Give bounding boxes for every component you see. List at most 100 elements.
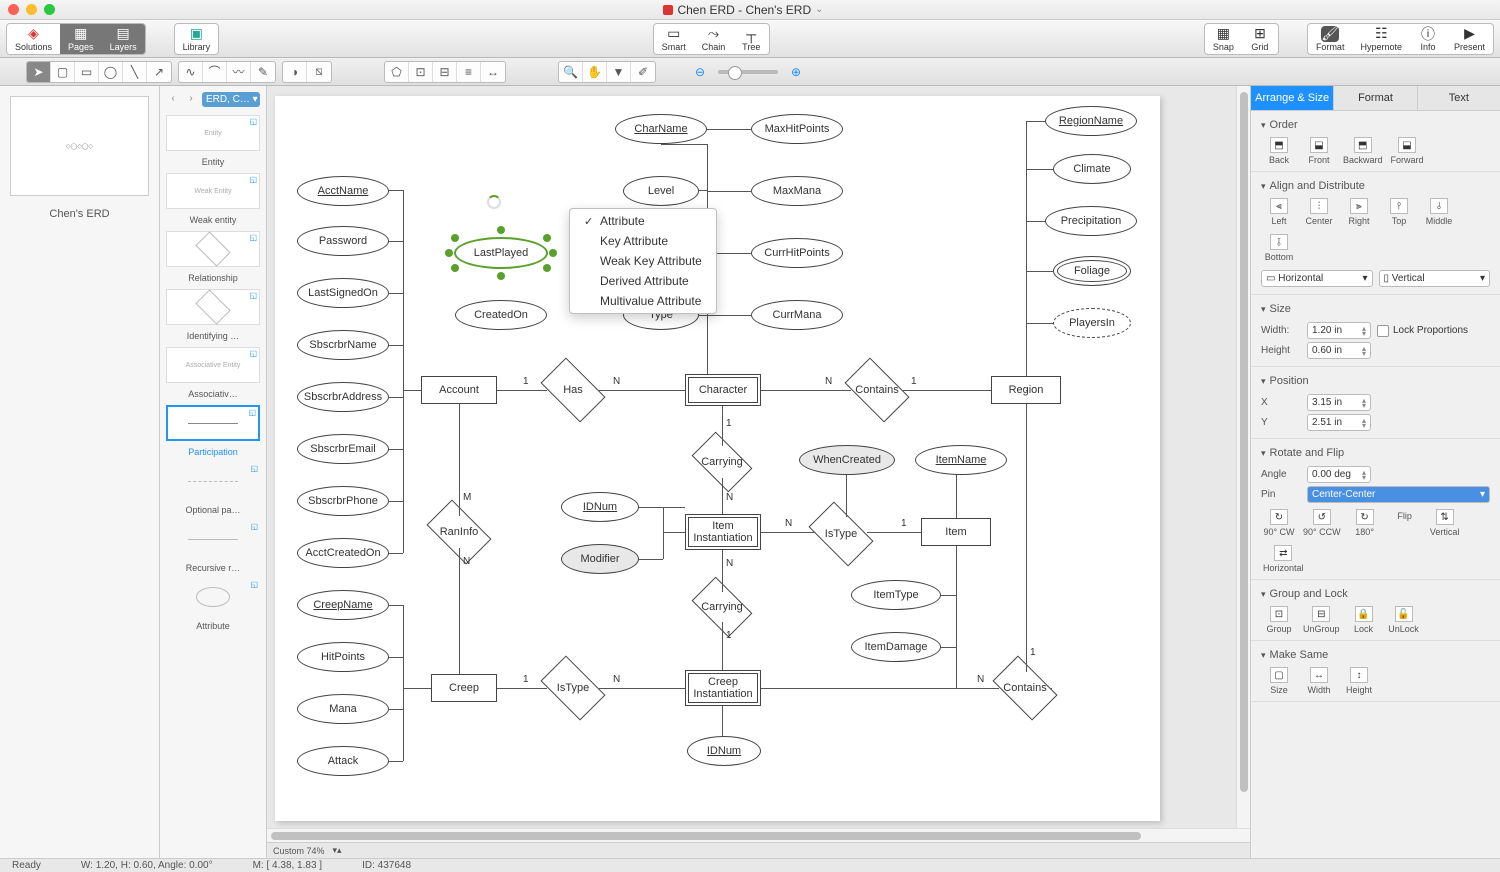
rel-istype-item[interactable]: IsType	[813, 516, 869, 552]
resize-handle-se[interactable]	[543, 264, 551, 272]
zoom-in-icon[interactable]: ⊕	[784, 62, 808, 82]
ent-account[interactable]: Account	[421, 376, 497, 404]
attr-idnum2[interactable]: IDNum	[687, 736, 761, 766]
expand-icon[interactable]: ◱	[250, 522, 258, 531]
chain-button[interactable]: ⤳Chain	[694, 24, 734, 54]
resize-handle-nw[interactable]	[451, 234, 459, 242]
hypernote-button[interactable]: ☷Hypernote	[1352, 24, 1410, 54]
rel-carrying-char[interactable]: Carrying	[696, 445, 748, 479]
expand-icon[interactable]: ◱	[249, 175, 257, 184]
attr-sbemail[interactable]: SbscrbrEmail	[297, 434, 389, 464]
present-button[interactable]: ▶Present	[1446, 24, 1493, 54]
resize-handle-ne[interactable]	[543, 234, 551, 242]
pin-select[interactable]: Center-Center▾	[1307, 486, 1490, 503]
lib-relationship[interactable]: ◱	[166, 231, 260, 267]
distribute-tool[interactable]: ↔	[481, 62, 505, 82]
zoom-control[interactable]: Custom 74%▾▴	[267, 842, 1250, 858]
attr-itemtype[interactable]: ItemType	[851, 580, 941, 610]
order-back-button[interactable]: ⬒Back	[1261, 135, 1297, 167]
expand-icon[interactable]: ◱	[248, 408, 256, 417]
angle-input[interactable]: 0.00 deg▴▾	[1307, 466, 1371, 483]
attr-password[interactable]: Password	[297, 226, 389, 256]
stamp-tool[interactable]: ▼	[607, 62, 631, 82]
resize-handle-s[interactable]	[497, 272, 505, 280]
attr-sbphone[interactable]: SbscrbrPhone	[297, 486, 389, 516]
distribute-vertical-select[interactable]: ▯ Vertical▾	[1379, 270, 1491, 287]
attr-acctname[interactable]: AcctName	[297, 176, 389, 206]
close-window-icon[interactable]	[8, 4, 19, 15]
lib-attribute[interactable]: ◱	[166, 579, 260, 615]
resize-handle-n[interactable]	[497, 226, 505, 234]
attr-hitpoints[interactable]: HitPoints	[297, 642, 389, 672]
attr-foliage[interactable]: Foliage	[1053, 256, 1131, 286]
same-width-button[interactable]: ↔Width	[1301, 665, 1337, 697]
ungroup-button[interactable]: ⊟UnGroup	[1301, 604, 1342, 636]
vertical-scrollbar[interactable]	[1236, 86, 1250, 828]
lib-back-icon[interactable]: ‹	[166, 93, 180, 107]
attr-whencreated[interactable]: WhenCreated	[799, 445, 895, 475]
rotate-180-button[interactable]: ↻180°	[1347, 507, 1383, 539]
expand-icon[interactable]: ◱	[249, 349, 257, 358]
crop-tool[interactable]: ⧅	[307, 62, 331, 82]
unlock-button[interactable]: 🔓UnLock	[1386, 604, 1422, 636]
page-thumbnail[interactable]: ◇◯◇◯◇	[10, 96, 149, 196]
attr-attack[interactable]: Attack	[297, 746, 389, 776]
arc-tool[interactable]: ⌒	[203, 62, 227, 82]
attr-playersin[interactable]: PlayersIn	[1053, 308, 1131, 338]
rel-contains-creep[interactable]: Contains	[997, 670, 1053, 706]
rotate-90cw-button[interactable]: ↻90° CW	[1261, 507, 1297, 539]
lib-participation[interactable]: ◱	[166, 405, 260, 441]
flip-vertical-button[interactable]: ⇅Vertical	[1427, 507, 1463, 539]
minimize-window-icon[interactable]	[26, 4, 37, 15]
zoom-window-icon[interactable]	[44, 4, 55, 15]
ctx-multivalue-attribute[interactable]: Multivalue Attribute	[570, 291, 716, 311]
zoom-tool[interactable]: 🔍	[559, 62, 583, 82]
ctx-derived-attribute[interactable]: Derived Attribute	[570, 271, 716, 291]
solutions-button[interactable]: ◈Solutions	[7, 24, 60, 54]
y-input[interactable]: 2.51 in▴▾	[1307, 414, 1371, 431]
spline-tool[interactable]: 〰	[227, 62, 251, 82]
tab-text[interactable]: Text	[1418, 86, 1500, 110]
canvas-area[interactable]: AcctName Password LastSignedOn SbscrbrNa…	[267, 86, 1250, 858]
ctx-attribute[interactable]: ✓Attribute	[570, 211, 716, 231]
order-forward-button[interactable]: ⬓Forward	[1389, 135, 1426, 167]
polygon-tool[interactable]: ⬠	[385, 62, 409, 82]
horizontal-scrollbar[interactable]	[267, 828, 1250, 842]
lib-entity[interactable]: Entity◱	[166, 115, 260, 151]
flip-button[interactable]: Flip	[1387, 507, 1423, 539]
attr-mana[interactable]: Mana	[297, 694, 389, 724]
connector-tool[interactable]: ↗	[147, 62, 171, 82]
pages-button[interactable]: ▦Pages	[60, 24, 102, 54]
lib-optional[interactable]: ◱	[166, 463, 260, 499]
rel-contains-region[interactable]: Contains	[849, 372, 905, 408]
pointer-tool[interactable]: ➤	[27, 62, 51, 82]
lib-ident-rel[interactable]: ◱	[166, 289, 260, 325]
align-section-title[interactable]: Align and Distribute	[1261, 176, 1490, 196]
ent-item[interactable]: Item	[921, 518, 991, 546]
attr-creepname[interactable]: CreepName	[297, 590, 389, 620]
make-same-section-title[interactable]: Make Same	[1261, 645, 1490, 665]
rotate-90ccw-button[interactable]: ↺90° CCW	[1301, 507, 1343, 539]
smart-button[interactable]: ▭Smart	[654, 24, 694, 54]
expand-icon[interactable]: ◱	[250, 580, 258, 589]
attr-itemdamage[interactable]: ItemDamage	[851, 632, 941, 662]
paint-tool[interactable]: ◑	[283, 62, 307, 82]
attr-sbname[interactable]: SbscrbrName	[297, 330, 389, 360]
rel-istype-creep[interactable]: IsType	[545, 670, 601, 706]
attr-maxhit[interactable]: MaxHitPoints	[751, 114, 843, 144]
align-top-button[interactable]: ⫯Top	[1381, 196, 1417, 228]
attr-level[interactable]: Level	[623, 176, 699, 206]
select-rect-tool[interactable]: ▢	[51, 62, 75, 82]
resize-handle-sw[interactable]	[451, 264, 459, 272]
library-button[interactable]: ▣Library	[175, 24, 219, 54]
hand-tool[interactable]: ✋	[583, 62, 607, 82]
align-bottom-button[interactable]: ⫱Bottom	[1261, 232, 1297, 264]
align-left-button[interactable]: ⫷Left	[1261, 196, 1297, 228]
attr-precip[interactable]: Precipitation	[1045, 206, 1137, 236]
lib-assoc-entity[interactable]: Associative Entity◱	[166, 347, 260, 383]
curve-tool[interactable]: ∿	[179, 62, 203, 82]
align-tool[interactable]: ≡	[457, 62, 481, 82]
order-section-title[interactable]: Order	[1261, 115, 1490, 135]
ent-creep[interactable]: Creep	[431, 674, 497, 702]
x-input[interactable]: 3.15 in▴▾	[1307, 394, 1371, 411]
